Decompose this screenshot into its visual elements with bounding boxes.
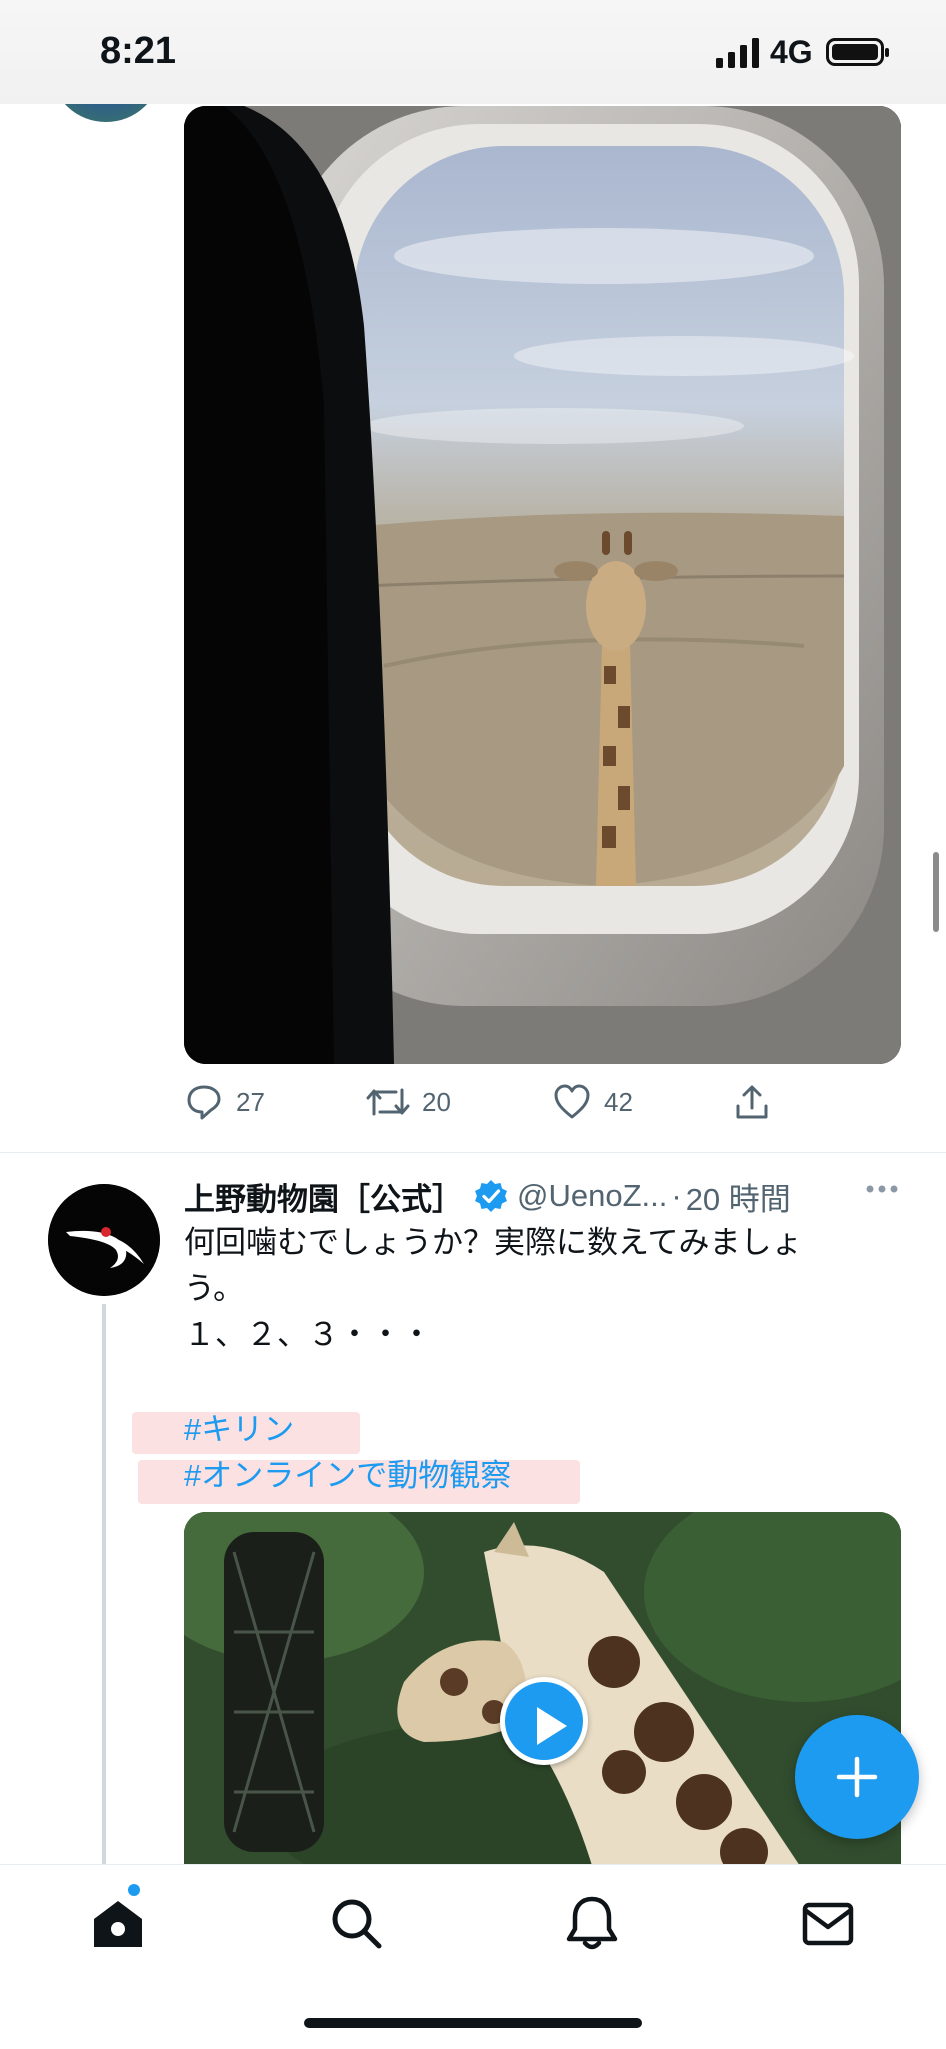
tweet-text-line: １、２、３・・・ xyxy=(184,1317,432,1352)
scrollbar-thumb[interactable] xyxy=(933,852,939,932)
home-icon[interactable] xyxy=(88,1893,148,1953)
like-count: 42 xyxy=(604,1086,633,1117)
retweet-icon xyxy=(366,1088,410,1116)
tweet-text-line: う。 xyxy=(184,1271,245,1306)
retweet-action[interactable]: 20 xyxy=(366,1082,451,1122)
airplane-window-illustration xyxy=(184,106,901,1064)
like-icon xyxy=(554,1084,590,1119)
like-action[interactable]: 42 xyxy=(552,1082,633,1122)
display-name[interactable]: 上野動物園［公式］ xyxy=(184,1174,463,1219)
compose-tweet-button[interactable] xyxy=(795,1715,919,1839)
separator-dot: · xyxy=(671,1178,682,1213)
tweet-text-line: 何回噛むでしょうか？実際に数えてみましょ xyxy=(184,1225,803,1260)
hashtag-link[interactable]: #キリン xyxy=(184,1404,294,1449)
ueno-zoo-avatar[interactable] xyxy=(48,1184,160,1296)
cellular-signal-icon xyxy=(716,38,759,68)
more-icon[interactable] xyxy=(866,1183,898,1195)
home-indicator xyxy=(304,2018,642,2028)
new-content-dot xyxy=(128,1884,140,1896)
bell-icon[interactable] xyxy=(562,1893,622,1953)
status-bar: 8:21 4G xyxy=(0,0,946,104)
mail-icon[interactable] xyxy=(798,1893,858,1953)
share-action[interactable] xyxy=(732,1082,772,1122)
tweet-divider xyxy=(0,1152,946,1153)
crane-logo-icon xyxy=(48,1184,160,1296)
reply-count: 27 xyxy=(236,1086,265,1117)
user-handle[interactable]: @UenoZ... xyxy=(517,1178,667,1214)
battery-icon xyxy=(826,38,889,66)
search-icon[interactable] xyxy=(326,1893,386,1953)
plus-icon xyxy=(836,1756,878,1798)
share-icon xyxy=(736,1085,768,1119)
tweet-time[interactable]: 20 時間 xyxy=(686,1174,791,1219)
hashtag-link[interactable]: #オンラインで動物観察 xyxy=(184,1450,511,1495)
reply-action[interactable]: 27 xyxy=(184,1082,265,1122)
previous-tweet-actions: 27 20 42 xyxy=(184,1082,904,1122)
network-label: 4G xyxy=(770,34,813,70)
play-icon xyxy=(537,1707,567,1745)
verified-badge-icon xyxy=(475,1180,507,1212)
play-button[interactable] xyxy=(500,1677,588,1765)
tweet-header: 上野動物園［公式］ @UenoZ... · 20 時間 xyxy=(184,1174,904,1218)
retweet-count: 20 xyxy=(422,1086,451,1117)
thread-line xyxy=(102,1304,106,1864)
status-time: 8:21 xyxy=(100,30,177,72)
reply-icon xyxy=(187,1085,221,1120)
tweet-text: 何回噛むでしょうか？実際に数えてみましょ う。 １、２、３・・・ xyxy=(184,1220,864,1358)
airplane-giraffe-photo[interactable] xyxy=(184,106,901,1064)
